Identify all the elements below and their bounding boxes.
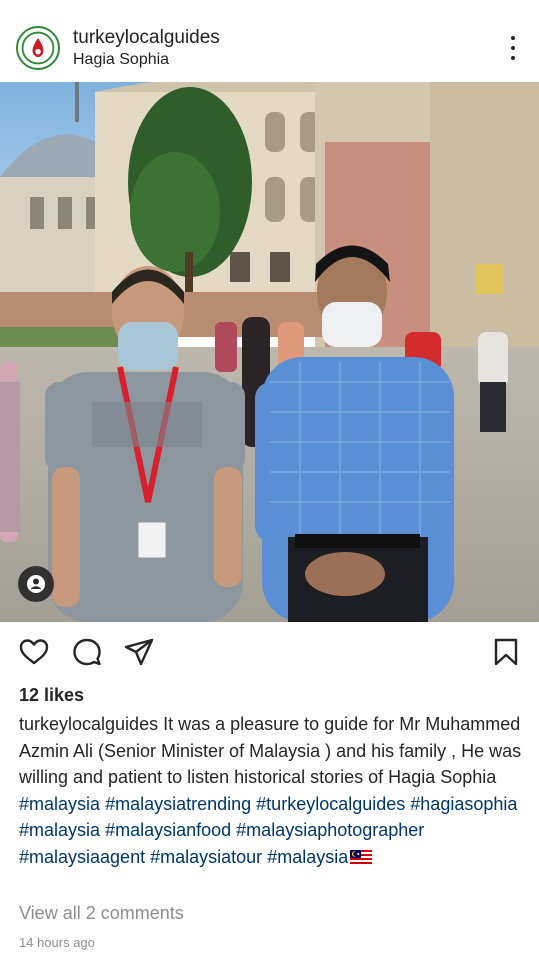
post-username[interactable]: turkeylocalguides	[73, 27, 220, 49]
post-photo[interactable]	[0, 82, 539, 622]
hashtag[interactable]: #malaysia	[19, 820, 100, 840]
hashtag[interactable]: #malaysiaagent	[19, 847, 145, 867]
more-vertical-dot	[511, 46, 515, 50]
hashtag[interactable]: #malaysiatour	[150, 847, 262, 867]
view-all-comments-link[interactable]: View all 2 comments	[19, 903, 184, 924]
comment-button[interactable]	[71, 636, 103, 668]
user-tag-button[interactable]	[18, 566, 54, 602]
like-button[interactable]	[18, 636, 50, 668]
more-vertical-icon	[511, 36, 515, 40]
hashtag[interactable]: #malaysiatrending	[105, 794, 251, 814]
post-timestamp: 14 hours ago	[19, 935, 95, 950]
hashtag[interactable]: #turkeylocalguides	[256, 794, 405, 814]
hashtag[interactable]: #hagiasophia	[410, 794, 517, 814]
profile-avatar[interactable]	[16, 26, 60, 70]
hashtag[interactable]: #malaysia	[19, 794, 100, 814]
hashtag[interactable]: #malaysianfood	[105, 820, 231, 840]
save-button[interactable]	[490, 636, 522, 668]
post-header: turkeylocalguides Hagia Sophia	[0, 0, 539, 82]
post-caption: turkeylocalguides It was a pleasure to g…	[19, 711, 529, 871]
share-button[interactable]	[123, 636, 155, 668]
share-icon	[124, 638, 154, 666]
bookmark-icon	[494, 638, 518, 666]
hashtag[interactable]: #malaysia	[267, 847, 348, 867]
turkey-logo-icon	[18, 28, 58, 68]
heart-icon	[19, 639, 49, 665]
more-options-button[interactable]	[505, 36, 521, 60]
more-vertical-dot	[511, 56, 515, 60]
caption-username[interactable]: turkeylocalguides	[19, 714, 158, 734]
post-location[interactable]: Hagia Sophia	[73, 51, 169, 69]
user-tag-icon	[27, 575, 45, 593]
post-image	[0, 82, 539, 622]
hashtag[interactable]: #malaysiaphotographer	[236, 820, 424, 840]
likes-count[interactable]: 12 likes	[19, 685, 84, 706]
comment-icon	[73, 638, 101, 666]
post-actions	[0, 630, 539, 674]
malaysia-flag-icon	[350, 849, 373, 864]
